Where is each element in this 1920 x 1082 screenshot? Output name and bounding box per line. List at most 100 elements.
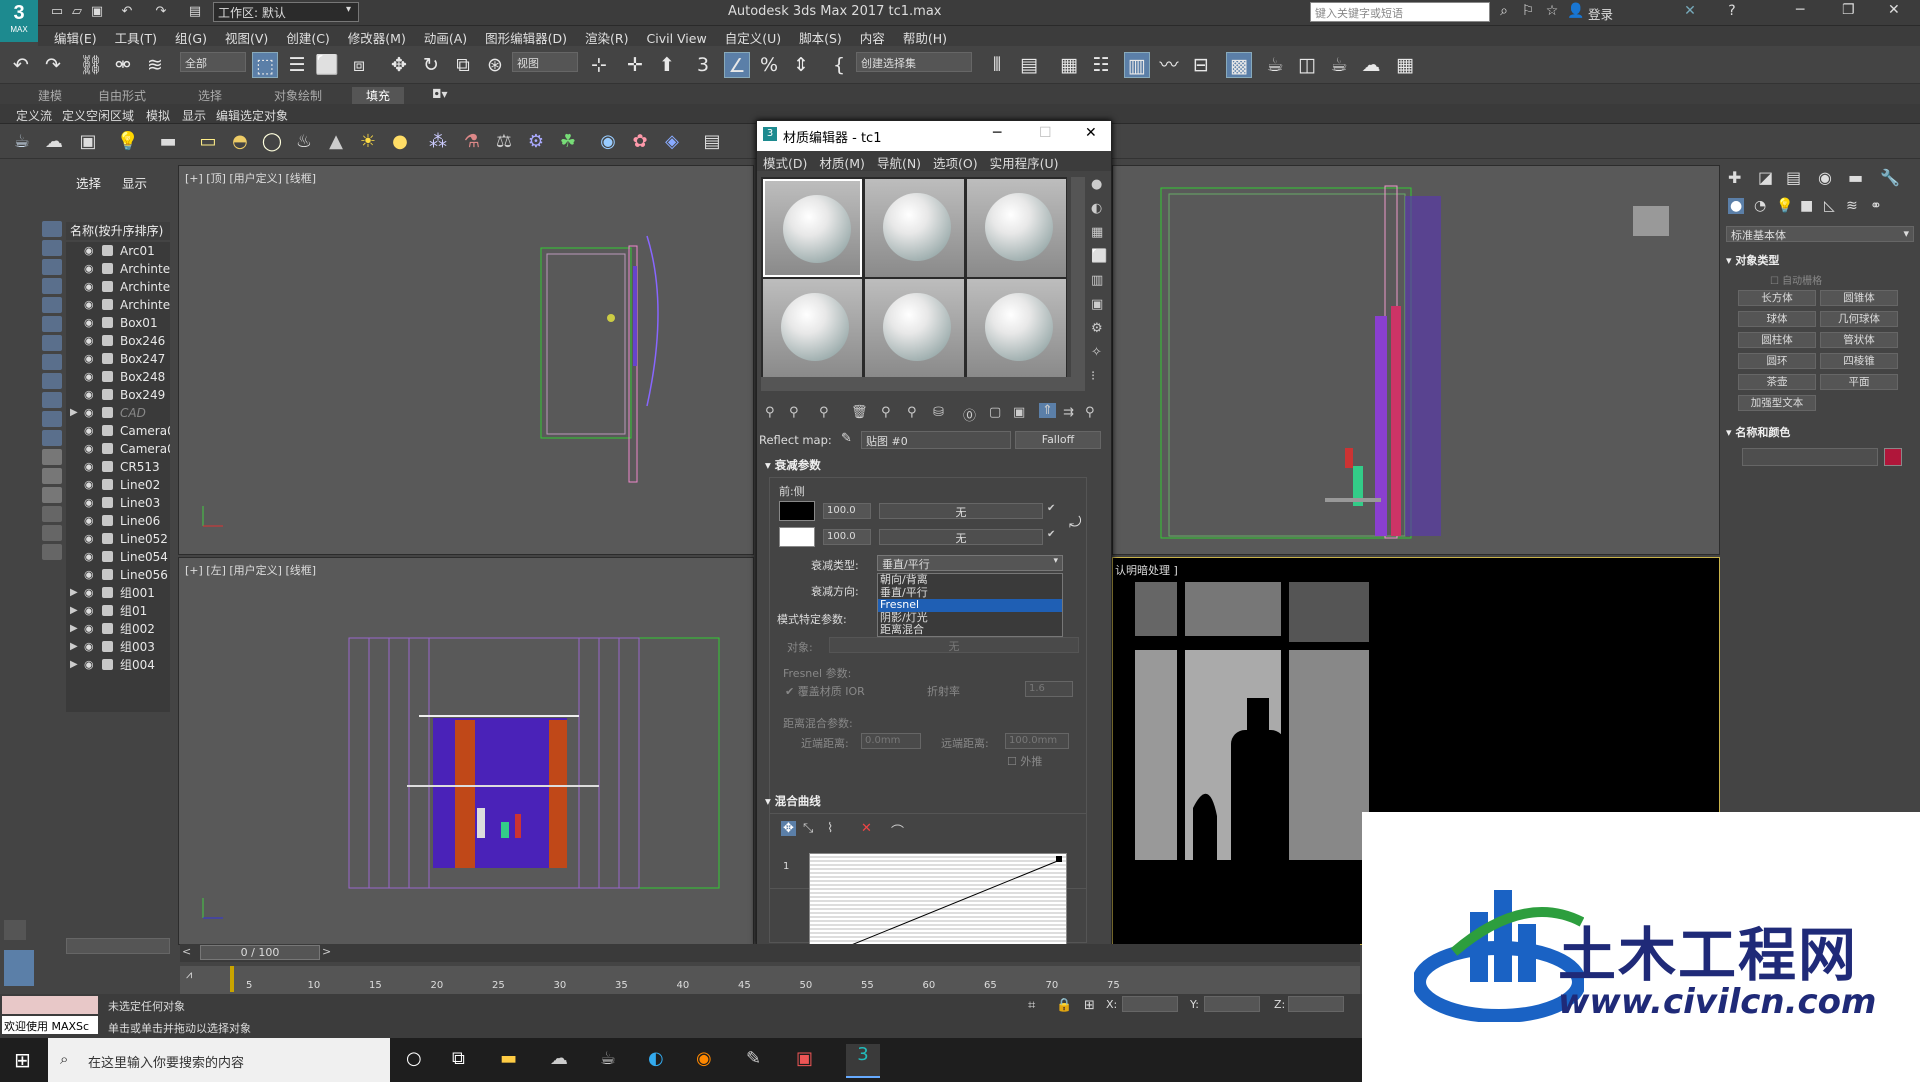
scene-item[interactable]: ◉ Box247 <box>66 350 170 368</box>
scene-item[interactable]: ◉ Arc01 <box>66 242 170 260</box>
bind-space-warp-icon[interactable]: ≋ <box>142 52 168 78</box>
visibility-eye-icon[interactable]: ◉ <box>84 656 94 674</box>
visibility-eye-icon[interactable]: ◉ <box>84 278 94 296</box>
xref-filter-icon[interactable] <box>42 392 62 408</box>
plane-button[interactable]: 平面 <box>1820 374 1898 390</box>
menu-edit[interactable]: 编辑(E) <box>54 26 97 47</box>
visibility-eye-icon[interactable]: ◉ <box>84 368 94 386</box>
mix-curve-rollout[interactable]: ▾ 混合曲线 <box>765 793 1105 811</box>
box-icon[interactable]: ▭ <box>196 131 220 152</box>
pick-from-object-icon[interactable]: ⚲ <box>1085 405 1095 420</box>
display-none-icon[interactable] <box>42 468 62 484</box>
motion-tab-icon[interactable]: ◉ <box>1818 168 1832 187</box>
cameras-icon[interactable]: ■ <box>1800 198 1813 214</box>
swap-colors-icon[interactable]: ⤾ <box>1069 513 1082 531</box>
helpers-icon[interactable]: ◺ <box>1824 198 1835 214</box>
show-end-result-icon[interactable]: ▣ <box>1013 405 1025 420</box>
reset-map-icon[interactable]: 🗑 <box>851 405 868 420</box>
ribbon-define-flows[interactable]: 定义流 <box>16 107 52 124</box>
time-prev-icon[interactable]: < <box>182 945 191 958</box>
align-icon[interactable]: ▤ <box>1016 52 1042 78</box>
selection-filter-dropdown[interactable]: 全部 <box>180 52 246 72</box>
viewport-layout-tabs-icon[interactable] <box>4 950 34 986</box>
ribbon-display[interactable]: 显示 <box>182 107 206 124</box>
close-icon[interactable]: ✕ <box>1888 2 1900 18</box>
put-material-icon[interactable]: ⚲ <box>789 405 799 420</box>
camera-filter-icon[interactable] <box>42 278 62 294</box>
me-menu-options[interactable]: 选项(O) <box>933 153 978 172</box>
expand-arrow-icon[interactable]: ▶ <box>70 656 78 674</box>
utility-icon[interactable]: ▤ <box>700 131 724 152</box>
scene-item[interactable]: ▶ ◉ 组004 <box>66 656 170 674</box>
scene-item[interactable]: ◉ Line02 <box>66 476 170 494</box>
display-tab-icon[interactable]: ▬ <box>1848 168 1863 187</box>
visibility-eye-icon[interactable]: ◉ <box>84 602 94 620</box>
named-selection-dropdown[interactable]: 创建选择集 <box>856 52 972 72</box>
render-production-icon[interactable]: ☕ <box>1326 52 1352 78</box>
menu-civil-view[interactable]: Civil View <box>647 29 707 46</box>
group-filter-icon[interactable] <box>42 335 62 351</box>
reset-curve-icon[interactable]: ⌒ <box>891 821 904 840</box>
visibility-eye-icon[interactable]: ◉ <box>84 620 94 638</box>
app-logo[interactable]: 3 MAX <box>0 0 38 42</box>
make-copy-icon[interactable]: ⚲ <box>881 405 891 420</box>
geosphere-button[interactable]: 几何球体 <box>1820 311 1898 327</box>
expand-arrow-icon[interactable]: ▶ <box>70 584 78 602</box>
dynamics-icon[interactable]: ⚗ <box>460 131 484 152</box>
cylinder-button[interactable]: 圆柱体 <box>1738 332 1816 348</box>
render-cloud-icon[interactable]: ☁ <box>1358 52 1384 78</box>
scene-item[interactable]: ◉ Line03 <box>66 494 170 512</box>
project-folder-icon[interactable]: ▤ <box>186 3 204 21</box>
make-unique-icon[interactable]: ⚲ <box>907 405 917 420</box>
time-slider[interactable]: < 0 / 100 > <box>180 944 1360 962</box>
scene-item[interactable]: ◉ CR513 <box>66 458 170 476</box>
visibility-eye-icon[interactable]: ◉ <box>84 458 94 476</box>
menu-content[interactable]: 内容 <box>860 26 885 47</box>
menu-graph-editors[interactable]: 图形编辑器(D) <box>485 26 567 47</box>
light-filter-icon[interactable] <box>42 259 62 275</box>
find-icon[interactable] <box>42 506 62 522</box>
filter-icon[interactable] <box>42 525 62 541</box>
invert-display-icon[interactable] <box>42 487 62 503</box>
me-minimize-icon[interactable]: ─ <box>993 125 1001 141</box>
angle-snap-icon[interactable]: ∠ <box>724 52 750 78</box>
viewport-front[interactable] <box>1112 165 1720 555</box>
scene-list-header[interactable]: 名称(按升序排序) <box>66 222 170 240</box>
menu-create[interactable]: 创建(C) <box>286 26 329 47</box>
assign-material-icon[interactable]: ⚲ <box>819 405 829 420</box>
sphere-solid-icon[interactable]: ● <box>388 131 412 152</box>
sun-icon[interactable]: ☀ <box>356 131 380 152</box>
visibility-eye-icon[interactable]: ◉ <box>84 584 94 602</box>
spinner-snap-icon[interactable]: ⇕ <box>788 52 814 78</box>
light-icon[interactable]: 💡 <box>116 131 140 152</box>
scale-point-icon[interactable]: ⤡ <box>803 821 813 836</box>
camera-icon[interactable]: ▬ <box>156 131 180 152</box>
viewport-left[interactable]: [+] [左] [用户定义] [线框] <box>178 557 754 945</box>
maxscript-listener-top[interactable] <box>2 996 98 1014</box>
pivot-center-icon[interactable]: ⊹ <box>586 52 612 78</box>
frozen-filter-icon[interactable] <box>42 411 62 427</box>
video-color-icon[interactable]: ▥ <box>1091 273 1103 288</box>
scene-item[interactable]: ▶ ◉ 组002 <box>66 620 170 638</box>
schematic-view-icon[interactable]: ⊟ <box>1188 52 1214 78</box>
ribbon-tab-object-paint[interactable]: 对象绘制 <box>274 87 322 104</box>
hidden-filter-icon[interactable] <box>42 430 62 446</box>
open-file-icon[interactable]: ▱ <box>68 3 86 21</box>
pyramid-button[interactable]: 四棱锥 <box>1820 353 1898 369</box>
select-by-material-icon[interactable]: ✧ <box>1091 345 1102 360</box>
link-icon[interactable]: ⛓ <box>78 52 104 78</box>
material-editor-icon[interactable]: ▩ <box>1226 52 1252 78</box>
curve-editor-icon[interactable]: 〰 <box>1156 52 1182 78</box>
make-preview-icon[interactable]: ▣ <box>1091 297 1103 312</box>
scene-item[interactable]: ◉ Camera0 <box>66 440 170 458</box>
show-shaded-icon[interactable]: ▢ <box>989 405 1001 420</box>
visibility-eye-icon[interactable]: ◉ <box>84 440 94 458</box>
render-setup-icon[interactable]: ☕ <box>1262 52 1288 78</box>
falloff-option-fresnel[interactable]: Fresnel <box>878 599 1062 612</box>
visibility-eye-icon[interactable]: ◉ <box>84 404 94 422</box>
far-distance-spinner[interactable]: 100.0mm <box>1005 733 1069 749</box>
cone-button[interactable]: 圆锥体 <box>1820 290 1898 306</box>
shapes-icon[interactable]: ◔ <box>1754 198 1766 214</box>
teapot-button[interactable]: 茶壶 <box>1738 374 1816 390</box>
select-by-name-icon[interactable]: ☰ <box>284 52 310 78</box>
